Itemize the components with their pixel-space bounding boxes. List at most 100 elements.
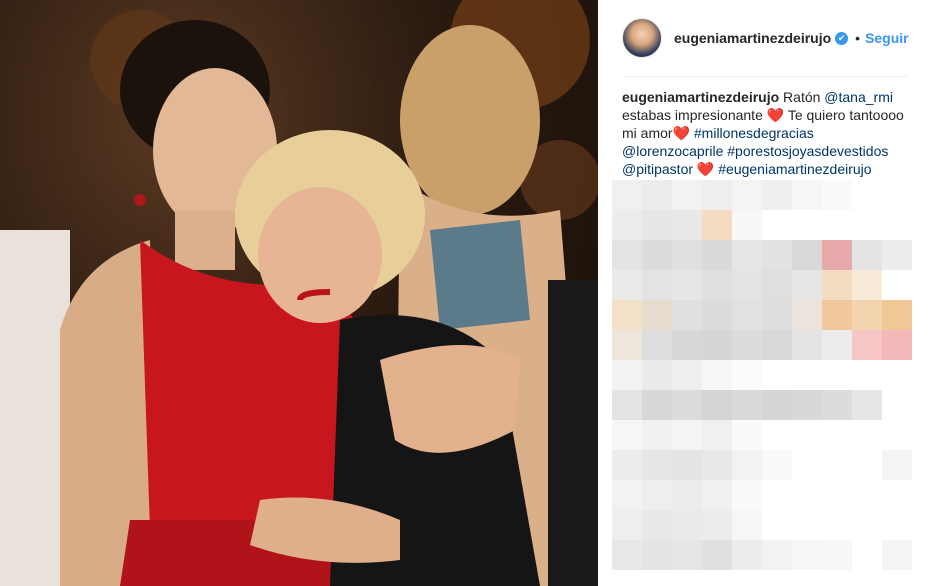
blur-pixel xyxy=(612,420,642,450)
blur-pixel xyxy=(612,480,642,510)
blur-pixel xyxy=(702,240,732,270)
blur-pixel xyxy=(672,480,702,510)
blur-pixel xyxy=(732,510,762,540)
blur-pixel xyxy=(672,210,702,240)
blur-pixel xyxy=(762,240,792,270)
blur-pixel xyxy=(792,270,822,300)
avatar[interactable] xyxy=(622,18,662,58)
blur-pixel xyxy=(732,240,762,270)
blur-pixel xyxy=(792,420,822,450)
blur-pixel xyxy=(882,240,912,270)
blur-pixel xyxy=(882,210,912,240)
blur-pixel xyxy=(672,240,702,270)
blur-pixel xyxy=(882,420,912,450)
blur-pixel xyxy=(732,330,762,360)
blur-pixel xyxy=(822,360,852,390)
blur-pixel xyxy=(612,240,642,270)
blur-pixel xyxy=(732,210,762,240)
blur-pixel xyxy=(882,390,912,420)
post-photo[interactable] xyxy=(0,0,598,586)
blur-pixel xyxy=(822,540,852,570)
blur-pixel xyxy=(882,480,912,510)
blur-pixel xyxy=(732,420,762,450)
blur-pixel xyxy=(732,390,762,420)
blur-pixel xyxy=(702,450,732,480)
blur-pixel xyxy=(882,360,912,390)
blur-pixel xyxy=(732,480,762,510)
blurred-comments xyxy=(612,180,912,570)
mention-link[interactable]: @pitipastor xyxy=(622,161,693,177)
blur-pixel xyxy=(672,180,702,210)
blur-pixel xyxy=(672,270,702,300)
mention-link[interactable]: @tana_rmi xyxy=(824,89,893,105)
blur-pixel xyxy=(702,270,732,300)
blur-pixel xyxy=(672,360,702,390)
blur-pixel xyxy=(852,330,882,360)
post-caption: eugeniamartinezdeirujo Ratón @tana_rmi e… xyxy=(622,88,912,178)
blur-pixel xyxy=(642,390,672,420)
blur-pixel xyxy=(792,300,822,330)
mention-link[interactable]: @lorenzocaprile xyxy=(622,143,723,159)
blur-pixel xyxy=(612,300,642,330)
blur-pixel xyxy=(792,210,822,240)
blur-pixel xyxy=(852,180,882,210)
username-link[interactable]: eugeniamartinezdeirujo xyxy=(674,30,831,46)
blur-pixel xyxy=(882,330,912,360)
blur-pixel xyxy=(762,420,792,450)
blur-pixel xyxy=(822,510,852,540)
blur-pixel xyxy=(882,450,912,480)
blur-pixel xyxy=(702,480,732,510)
post-side-panel: eugeniamartinezdeirujo ✔ • Seguir eugeni… xyxy=(598,0,931,586)
hashtag-link[interactable]: #porestosjoyasdevestidos xyxy=(727,143,888,159)
blur-pixel xyxy=(762,360,792,390)
blur-pixel xyxy=(762,390,792,420)
blur-pixel xyxy=(762,270,792,300)
blur-pixel xyxy=(762,540,792,570)
blur-pixel xyxy=(642,510,672,540)
blur-pixel xyxy=(852,510,882,540)
blur-pixel xyxy=(612,270,642,300)
blur-pixel xyxy=(852,360,882,390)
heart-emoji-icon: ❤️ xyxy=(696,161,715,177)
blur-pixel xyxy=(732,180,762,210)
blur-pixel xyxy=(702,420,732,450)
blur-pixel xyxy=(732,300,762,330)
blur-pixel xyxy=(822,450,852,480)
blur-pixel xyxy=(702,210,732,240)
blur-pixel xyxy=(672,330,702,360)
header-divider xyxy=(622,76,908,77)
blur-pixel xyxy=(852,240,882,270)
blur-pixel xyxy=(792,180,822,210)
blur-pixel xyxy=(792,390,822,420)
blur-pixel xyxy=(792,540,822,570)
blur-pixel xyxy=(792,240,822,270)
blur-pixel xyxy=(822,210,852,240)
blur-pixel xyxy=(762,510,792,540)
caption-text: Ratón xyxy=(779,89,825,105)
blur-pixel xyxy=(672,390,702,420)
blur-pixel xyxy=(642,330,672,360)
follow-button[interactable]: Seguir xyxy=(865,30,909,46)
blur-pixel xyxy=(702,180,732,210)
blur-pixel xyxy=(792,360,822,390)
blur-pixel xyxy=(642,270,672,300)
post-photo-illustration xyxy=(0,0,598,586)
post-header: eugeniamartinezdeirujo ✔ • Seguir xyxy=(598,0,931,76)
blur-pixel xyxy=(612,330,642,360)
blur-pixel xyxy=(642,420,672,450)
heart-emoji-icon: ❤️ xyxy=(766,107,785,123)
blur-pixel xyxy=(732,360,762,390)
blur-pixel xyxy=(732,540,762,570)
blur-pixel xyxy=(792,480,822,510)
blur-pixel xyxy=(822,330,852,360)
blur-pixel xyxy=(702,300,732,330)
blur-pixel xyxy=(702,510,732,540)
caption-username-link[interactable]: eugeniamartinezdeirujo xyxy=(622,89,779,105)
blur-pixel xyxy=(612,510,642,540)
blur-pixel xyxy=(672,300,702,330)
blur-pixel xyxy=(642,480,672,510)
hashtag-link[interactable]: #eugeniamartinezdeirujo xyxy=(718,161,871,177)
blur-pixel xyxy=(762,300,792,330)
blur-pixel xyxy=(732,270,762,300)
hashtag-link[interactable]: #millonesdegracias xyxy=(694,125,814,141)
